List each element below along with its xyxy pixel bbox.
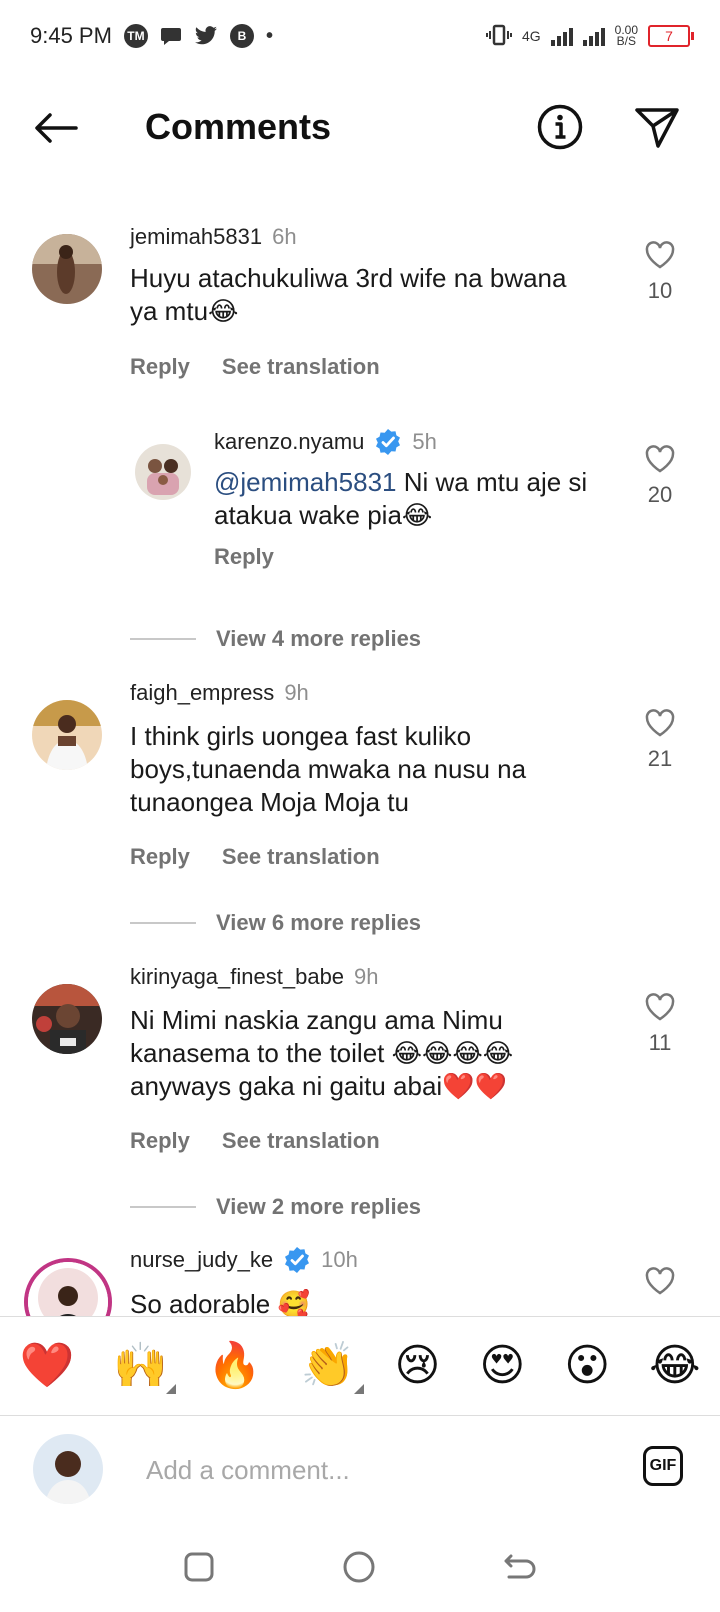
like-count: 21 [647,746,673,771]
like-button[interactable]: 10 [640,240,680,304]
mention-link[interactable]: @jemimah5831 [214,467,396,497]
avatar[interactable] [32,234,102,304]
divider-line [130,638,196,640]
skin-tone-indicator-icon [166,1384,177,1394]
system-nav-bar [0,1526,720,1612]
view-more-label: View 6 more replies [216,910,422,935]
emoji-tears-of-joy[interactable]: 😂 [649,1344,700,1388]
comment-text: I think girls uongea fast kuliko boys,tu… [130,721,527,817]
like-button[interactable]: 21 [640,708,680,772]
comment-composer: GIF [0,1416,720,1526]
back-arrow-icon[interactable] [32,110,80,146]
emoji-fire[interactable]: 🔥 [207,1344,262,1388]
comment-input[interactable] [144,1444,608,1496]
twitter-icon [194,24,218,48]
like-count: 20 [647,482,673,507]
reply-button[interactable]: Reply [214,544,274,570]
emoji-crying[interactable]: 😢 [395,1344,441,1388]
status-time: 9:45 PM [30,23,112,48]
chat-bubble-icon [160,24,182,48]
comment-item: nurse_judy_ke 10h So adorable 🥰 [0,1246,720,1316]
comment-time: 10h [321,1247,358,1272]
comment-time: 6h [272,224,297,249]
my-avatar [33,1434,103,1504]
like-count: 10 [647,278,673,303]
username[interactable]: kirinyaga_finest_babe [130,964,344,990]
view-more-label: View 2 more replies [216,1194,422,1219]
comment-time: 5h [412,429,437,454]
comment-text: Huyu atachukuliwa 3rd wife na bwana ya m… [130,263,567,326]
b-app-icon: B [229,24,254,48]
page-title: Comments [145,106,332,147]
heart-icon [645,445,675,473]
emoji-surprised[interactable]: 😮 [564,1344,610,1388]
net-type: 4G [521,28,541,44]
comment-time: 9h [354,964,379,989]
view-more-replies[interactable]: View 2 more replies [130,1194,421,1220]
back-nav-icon[interactable] [503,1552,537,1587]
gif-button[interactable]: GIF [643,1446,683,1486]
heart-icon [645,993,675,1021]
signal-icon-1 [550,26,573,46]
comment-text: @jemimah5831 Ni wa mtu aje si atakua wak… [214,467,588,530]
heart-icon [645,709,675,737]
view-more-label: View 4 more replies [216,626,422,651]
emoji-reaction-bar: ❤️ 🙌 🔥 👏 😢 😍 😮 😂 [0,1316,720,1416]
avatar[interactable] [135,444,191,500]
reply-button[interactable]: Reply [130,844,190,870]
username[interactable]: jemimah5831 [130,224,262,250]
home-icon[interactable] [342,1550,376,1589]
like-button[interactable]: 11 [640,992,680,1056]
battery-icon: 7 [648,25,694,47]
net-speed: 0.00 B/S [614,23,638,48]
see-translation-button[interactable]: See translation [222,1128,380,1154]
like-button[interactable]: 20 [640,444,680,508]
see-translation-button[interactable]: See translation [222,844,380,870]
reply-button[interactable]: Reply [130,354,190,380]
recents-icon[interactable] [183,1551,215,1588]
divider-line [130,922,196,924]
skin-tone-indicator-icon [353,1384,364,1394]
heart-icon [645,241,675,269]
comment-text: Ni Mimi naskia zangu ama Nimu kanasema t… [130,1005,514,1101]
view-more-replies[interactable]: View 4 more replies [130,626,421,652]
view-more-replies[interactable]: View 6 more replies [130,910,421,936]
username[interactable]: faigh_empress [130,680,274,706]
comment-text: So adorable 🥰 [130,1289,310,1316]
header: Comments [0,88,720,168]
info-icon[interactable] [537,104,583,150]
signal-icon-2 [582,26,605,46]
comment-time: 9h [284,680,309,705]
dot-icon: • [265,24,273,47]
avatar[interactable] [32,984,102,1054]
emoji-heart[interactable]: ❤️ [19,1344,74,1388]
emoji-clapping[interactable]: 👏 [301,1344,364,1394]
like-button[interactable] [640,1266,680,1296]
emoji-raising-hands[interactable]: 🙌 [113,1344,177,1394]
vibrate-icon [485,24,512,49]
verified-badge-icon [374,428,402,456]
heart-icon [645,1267,675,1295]
emoji-heart-eyes[interactable]: 😍 [479,1344,525,1388]
like-count: 11 [648,1030,672,1055]
avatar[interactable] [32,700,102,770]
status-bar: 9:45 PM TM B • 4G 0.00 B/S 7 [0,0,720,72]
username[interactable]: karenzo.nyamu [214,429,364,455]
see-translation-button[interactable]: See translation [222,354,380,380]
story-avatar[interactable] [24,1258,112,1316]
reply-button[interactable]: Reply [130,1128,190,1154]
username[interactable]: nurse_judy_ke [130,1247,273,1273]
divider-line [130,1206,196,1208]
tm-app-icon: TM [123,24,148,48]
send-icon[interactable] [634,106,680,150]
verified-badge-icon [283,1246,311,1274]
